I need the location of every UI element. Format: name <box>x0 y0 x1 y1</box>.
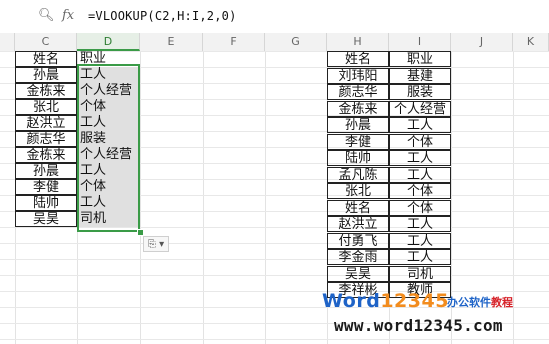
cell-left-name[interactable]: 金栋来 <box>15 83 77 99</box>
cell-right-name[interactable]: 陆帅 <box>327 150 389 166</box>
cell-left-name[interactable]: 李健 <box>15 179 77 195</box>
formula-input[interactable]: =VLOOKUP(C2,H:I,2,0) <box>88 9 237 23</box>
column-header-f[interactable]: F <box>203 33 265 51</box>
cell-right-job[interactable]: 工人 <box>389 216 451 232</box>
cell-left-job[interactable]: 工人 <box>77 67 140 83</box>
cell-left-job[interactable]: 工人 <box>77 115 140 131</box>
cell-left-name[interactable]: 姓名 <box>15 51 77 67</box>
watermark-logo: Word12345 <box>322 290 449 312</box>
cell-right-job[interactable]: 职业 <box>389 51 451 67</box>
cell-right-name[interactable]: 颜志华 <box>327 84 389 100</box>
cell-right-job[interactable]: 基建 <box>389 67 451 84</box>
cell-left-name[interactable]: 颜志华 <box>15 131 77 147</box>
cell-right-name[interactable]: 金栋来 <box>327 100 389 117</box>
cell-right-name[interactable]: 赵洪立 <box>327 216 389 232</box>
cell-left-job[interactable]: 工人 <box>77 195 140 211</box>
cell-left-job[interactable]: 职业 <box>77 51 140 67</box>
fx-button[interactable]: fx <box>62 8 74 23</box>
cell-left-job[interactable]: 个体 <box>77 179 140 195</box>
cell-right-name[interactable]: 孙晨 <box>327 117 389 133</box>
grid-hline <box>0 243 549 244</box>
grid-vline <box>203 51 204 344</box>
cell-right-job[interactable]: 个人经营 <box>389 100 451 117</box>
paste-options-button[interactable]: ⎘ ▾ <box>143 236 169 252</box>
cell-right-job[interactable]: 工人 <box>389 150 451 166</box>
column-header-e[interactable]: E <box>140 33 203 51</box>
cell-right-job[interactable]: 工人 <box>389 249 451 265</box>
cell-left-job[interactable]: 司机 <box>77 211 140 227</box>
cell-left-name[interactable]: 赵洪立 <box>15 115 77 131</box>
column-header-j[interactable]: J <box>451 33 513 51</box>
watermark-url: www.word12345.com <box>334 316 503 335</box>
watermark: Word12345 办公软件教程 www.word12345.com <box>322 286 549 344</box>
grid-hline <box>0 227 549 228</box>
cell-right-job[interactable]: 个体 <box>389 199 451 216</box>
grid-hline <box>0 259 549 260</box>
cell-right-job[interactable]: 工人 <box>389 117 451 133</box>
cell-right-job[interactable]: 工人 <box>389 232 451 249</box>
column-header-k[interactable]: K <box>513 33 549 51</box>
cell-left-job[interactable]: 个人经营 <box>77 83 140 99</box>
cell-right-name[interactable]: 姓名 <box>327 51 389 67</box>
grid-hline <box>0 275 549 276</box>
cell-right-name[interactable]: 李健 <box>327 133 389 150</box>
cell-right-job[interactable]: 司机 <box>389 265 451 282</box>
corner-cell[interactable] <box>0 33 15 51</box>
cell-right-job[interactable]: 个体 <box>389 183 451 199</box>
cell-right-name[interactable]: 刘玮阳 <box>327 67 389 84</box>
cell-right-job[interactable]: 工人 <box>389 166 451 183</box>
fill-handle[interactable] <box>137 229 144 236</box>
cell-right-name[interactable]: 张北 <box>327 183 389 199</box>
column-header-c[interactable]: C <box>15 33 77 51</box>
column-header-g[interactable]: G <box>265 33 327 51</box>
cell-left-name[interactable]: 吴昊 <box>15 211 77 227</box>
column-header-h[interactable]: H <box>327 33 389 51</box>
cell-right-job[interactable]: 服装 <box>389 84 451 100</box>
cell-left-name[interactable]: 陆帅 <box>15 195 77 211</box>
cell-left-job[interactable]: 个体 <box>77 99 140 115</box>
watermark-subtitle: 办公软件教程 <box>447 296 513 309</box>
column-header-d[interactable]: D <box>77 33 140 51</box>
grid-vline <box>140 51 141 344</box>
cell-left-name[interactable]: 金栋来 <box>15 147 77 163</box>
cell-right-job[interactable]: 个体 <box>389 133 451 150</box>
magnify-icon[interactable]: 🔍︎ <box>38 8 55 23</box>
cell-right-name[interactable]: 吴昊 <box>327 265 389 282</box>
cell-left-name[interactable]: 孙晨 <box>15 67 77 83</box>
cell-right-name[interactable]: 李金雨 <box>327 249 389 265</box>
cell-left-job[interactable]: 工人 <box>77 163 140 179</box>
cell-left-name[interactable]: 张北 <box>15 99 77 115</box>
grid-vline <box>265 51 266 344</box>
column-header-bar: C D E F G H I J K <box>0 33 549 52</box>
column-header-i[interactable]: I <box>389 33 451 51</box>
cell-left-name[interactable]: 孙晨 <box>15 163 77 179</box>
cell-right-name[interactable]: 付勇飞 <box>327 232 389 249</box>
formula-bar: 🔍︎ fx =VLOOKUP(C2,H:I,2,0) <box>0 0 549 34</box>
cell-right-name[interactable]: 姓名 <box>327 199 389 216</box>
cell-left-job[interactable]: 个人经营 <box>77 147 140 163</box>
cell-left-job[interactable]: 服装 <box>77 131 140 147</box>
cell-right-name[interactable]: 孟凡陈 <box>327 166 389 183</box>
